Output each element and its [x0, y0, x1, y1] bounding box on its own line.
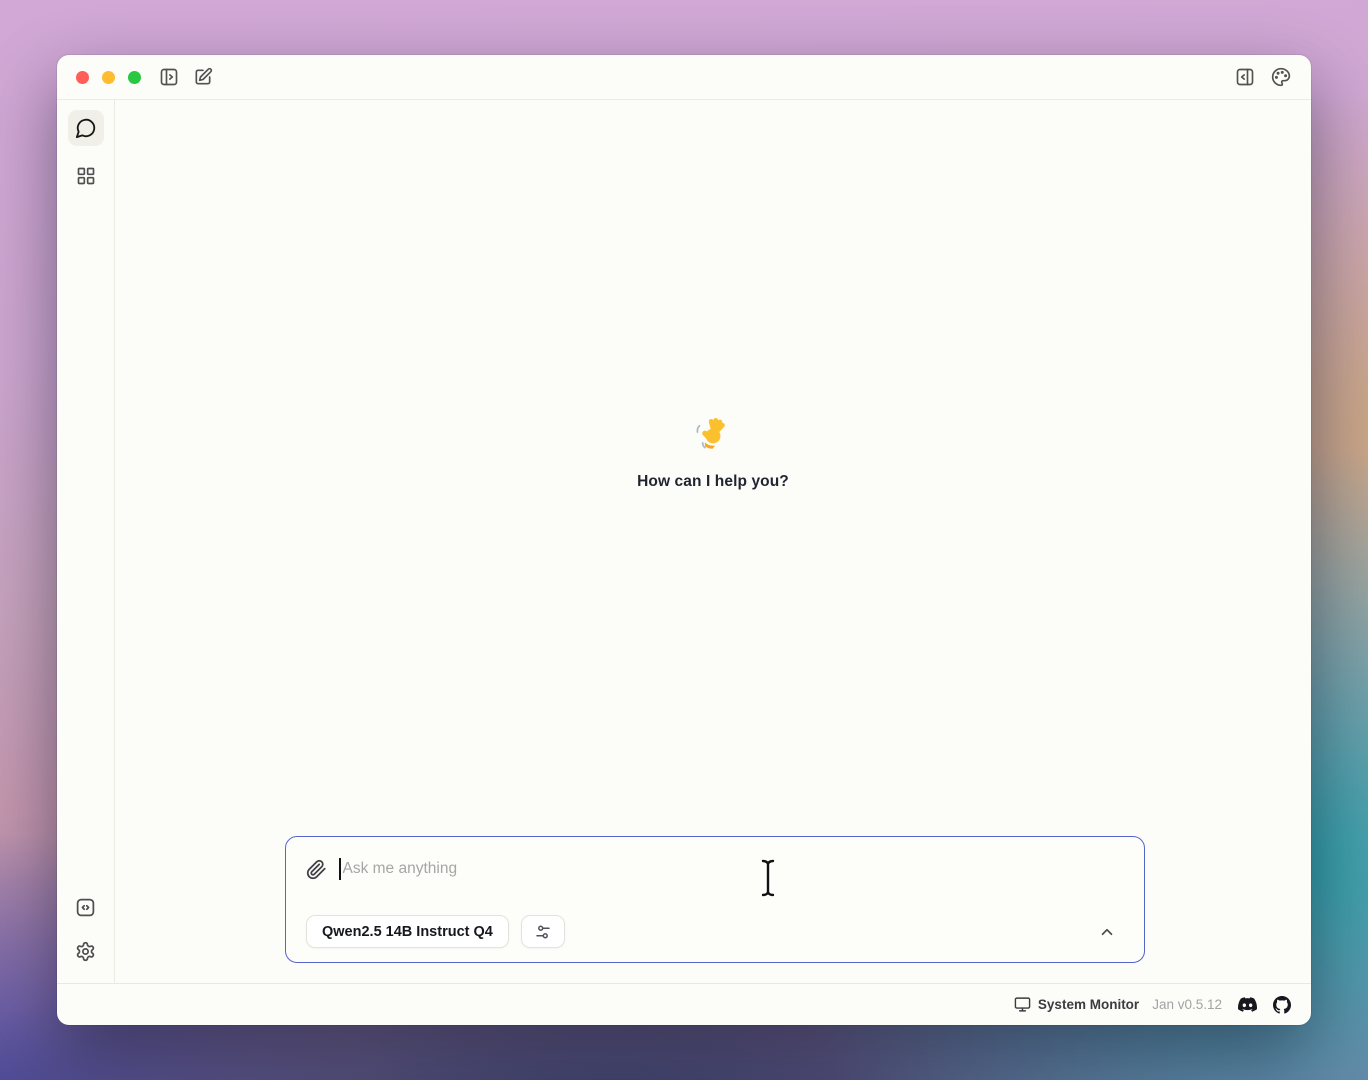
window-content: How can I help you? Qwen2.5 14B Instruct…: [57, 100, 1311, 983]
discord-link[interactable]: [1238, 997, 1257, 1012]
empty-state-greeting: How can I help you?: [115, 415, 1311, 491]
app-version-label: Jan v0.5.12: [1152, 997, 1222, 1012]
sidebar-item-local-api-server[interactable]: [68, 889, 104, 925]
toggle-left-panel-button[interactable]: [159, 67, 179, 87]
close-window-button[interactable]: [76, 71, 89, 84]
greeting-text: How can I help you?: [637, 473, 789, 491]
sidebar-item-settings[interactable]: [68, 933, 104, 969]
gear-icon: [75, 941, 96, 962]
sidebar-rail: [57, 100, 115, 983]
monitor-icon: [1014, 996, 1031, 1013]
inference-settings-button[interactable]: [521, 915, 565, 948]
github-link[interactable]: [1273, 996, 1291, 1014]
sidebar-item-threads[interactable]: [68, 110, 104, 146]
minimize-window-button[interactable]: [102, 71, 115, 84]
chat-bubble-icon: [75, 117, 97, 139]
traffic-lights: [76, 71, 141, 84]
system-monitor-label: System Monitor: [1038, 997, 1139, 1012]
panel-left-open-icon: [159, 67, 179, 87]
collapse-composer-button[interactable]: [1098, 923, 1116, 941]
sidebar-item-hub[interactable]: [68, 158, 104, 194]
discord-icon: [1238, 997, 1257, 1012]
jan-app-window: How can I help you? Qwen2.5 14B Instruct…: [57, 55, 1311, 1025]
square-code-icon: [75, 897, 96, 918]
github-icon: [1273, 996, 1291, 1014]
sliders-icon: [534, 923, 552, 941]
paperclip-attach-icon[interactable]: [306, 859, 327, 880]
palette-icon: [1271, 67, 1291, 87]
system-monitor-button[interactable]: System Monitor: [1014, 996, 1139, 1013]
desktop: { "titlebar": { "traffic_lights": { "clo…: [0, 0, 1368, 1080]
message-input[interactable]: [343, 860, 1125, 878]
new-thread-button[interactable]: [193, 67, 213, 87]
composer-input-row: [306, 855, 1124, 883]
composer-toolbar-row: Qwen2.5 14B Instruct Q4: [306, 915, 1124, 948]
titlebar: [57, 55, 1311, 100]
panel-right-open-icon: [1235, 67, 1255, 87]
waving-hand-icon: [695, 415, 731, 451]
toggle-right-panel-button[interactable]: [1235, 67, 1255, 87]
status-bar: System Monitor Jan v0.5.12: [57, 983, 1311, 1025]
text-caret: [339, 858, 341, 880]
grid-icon: [76, 166, 96, 186]
edit-pencil-square-icon: [193, 67, 213, 87]
message-composer: Qwen2.5 14B Instruct Q4: [285, 836, 1145, 963]
chevron-up-icon: [1098, 923, 1116, 941]
zoom-window-button[interactable]: [128, 71, 141, 84]
theme-button[interactable]: [1271, 67, 1291, 87]
model-selector-button[interactable]: Qwen2.5 14B Instruct Q4: [306, 915, 509, 948]
chat-canvas: How can I help you? Qwen2.5 14B Instruct…: [115, 100, 1311, 983]
